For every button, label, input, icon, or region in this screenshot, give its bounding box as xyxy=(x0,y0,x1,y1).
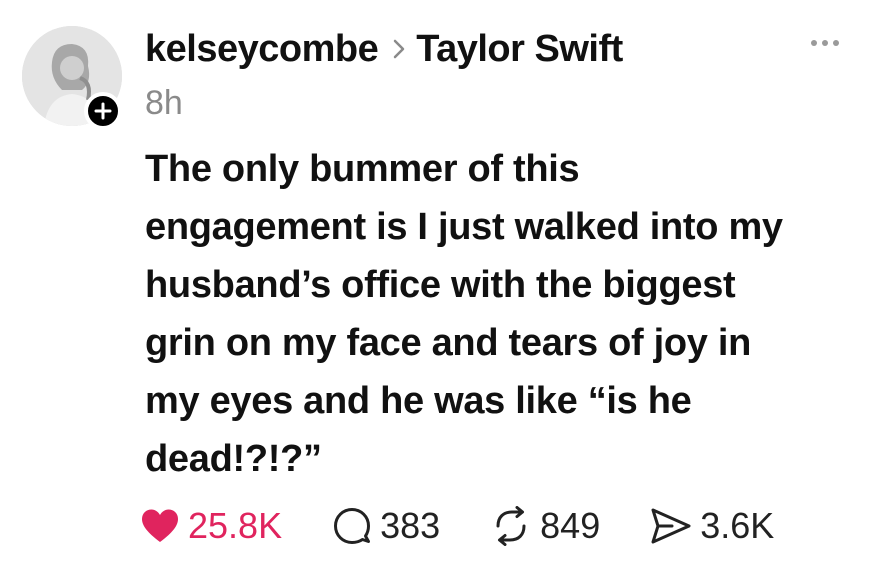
share-count: 3.6K xyxy=(700,505,775,546)
more-options-button[interactable] xyxy=(811,40,839,46)
more-dot-icon xyxy=(822,40,828,46)
repost-button[interactable]: 849 xyxy=(490,505,600,547)
plus-icon xyxy=(94,102,112,120)
author-avatar-wrap[interactable] xyxy=(22,26,122,130)
reply-target-name[interactable]: Taylor Swift xyxy=(416,28,623,71)
chevron-right-icon xyxy=(392,38,406,60)
repost-count: 849 xyxy=(540,505,601,546)
heart-icon xyxy=(142,509,178,542)
send-icon xyxy=(651,508,691,544)
post-body-line: husband’s office with the biggest xyxy=(145,264,736,306)
post-body-line: engagement is I just walked into my xyxy=(145,206,783,248)
post-body-line: dead!?!?” xyxy=(145,438,322,480)
more-dot-icon xyxy=(811,40,817,46)
post-timestamp: 8h xyxy=(145,84,183,122)
like-count: 25.8K xyxy=(188,505,283,546)
comment-count: 383 xyxy=(380,505,441,546)
like-button[interactable]: 25.8K xyxy=(140,505,282,547)
thread-post: kelseycombe Taylor Swift 8h The only bum… xyxy=(0,0,877,567)
post-body-line: my eyes and he was like “is he xyxy=(145,380,692,422)
author-username[interactable]: kelseycombe xyxy=(145,28,379,71)
more-dot-icon xyxy=(833,40,839,46)
post-body-line: The only bummer of this xyxy=(145,148,580,190)
post-header: kelseycombe Taylor Swift xyxy=(145,24,623,74)
comment-icon xyxy=(334,508,371,544)
post-body: The only bummer of this engagement is I … xyxy=(145,140,860,488)
post-actions: 25.8K 383 849 3.6K xyxy=(140,501,774,551)
repost-icon xyxy=(496,506,526,546)
follow-button[interactable] xyxy=(84,92,122,130)
comment-button[interactable]: 383 xyxy=(332,505,440,547)
share-button[interactable]: 3.6K xyxy=(650,505,774,547)
post-body-line: grin on my face and tears of joy in xyxy=(145,322,752,364)
